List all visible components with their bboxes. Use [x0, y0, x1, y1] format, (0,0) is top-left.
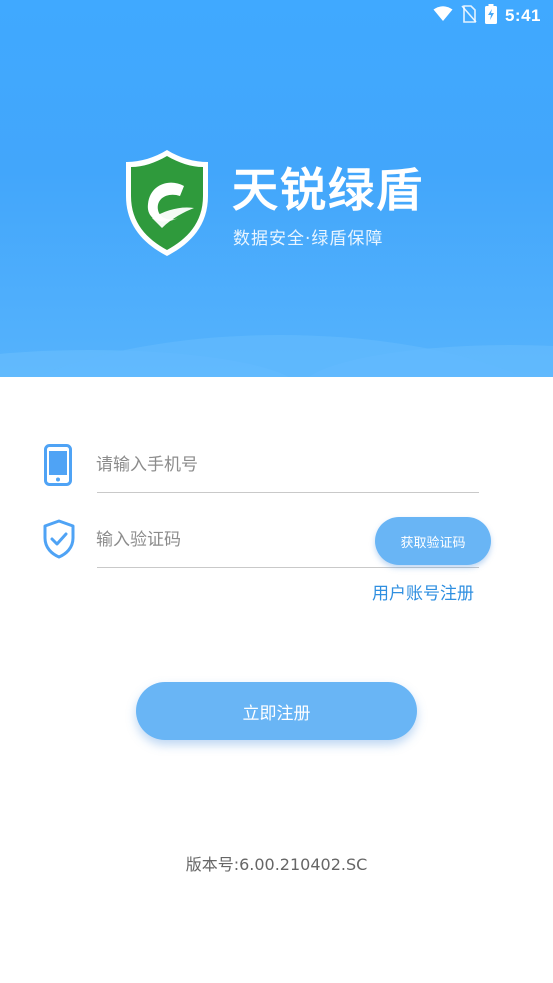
- brand-slogan: 数据安全·绿盾保障: [233, 229, 384, 249]
- user-account-register-link[interactable]: 用户账号注册: [372, 583, 474, 605]
- phone-input[interactable]: [96, 450, 476, 480]
- shield-check-icon: [42, 519, 76, 563]
- register-screen: 5:41 天锐绿盾 数据安全·绿盾保障 获取验证码: [0, 0, 553, 983]
- version-value: 6.00.210402.SC: [239, 855, 368, 874]
- no-sim-icon: [461, 5, 477, 27]
- status-bar: 5:41: [0, 0, 553, 30]
- phone-input-underline: [97, 492, 479, 493]
- verification-code-input[interactable]: [96, 525, 366, 555]
- header-banner: 5:41 天锐绿盾 数据安全·绿盾保障: [0, 0, 553, 377]
- version-info: 版本号:6.00.210402.SC: [0, 854, 553, 876]
- version-label: 版本号:: [185, 855, 240, 874]
- get-code-button[interactable]: 获取验证码: [375, 517, 491, 565]
- battery-charging-icon: [484, 4, 497, 28]
- brand-title: 天锐绿盾: [232, 163, 424, 217]
- status-time: 5:41: [504, 6, 541, 25]
- green-shield-logo-icon: [122, 148, 212, 258]
- wifi-icon: [433, 6, 453, 26]
- code-input-underline: [97, 567, 479, 568]
- register-now-button[interactable]: 立即注册: [136, 682, 417, 740]
- smartphone-icon: [44, 444, 72, 490]
